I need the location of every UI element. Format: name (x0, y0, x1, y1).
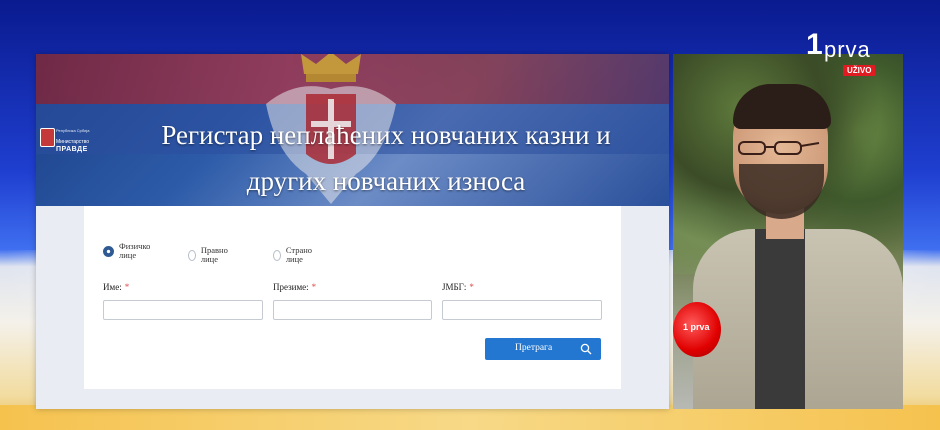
microphone-logo-text: 1 prva (683, 322, 710, 332)
page-title: Регистар неплаћених новчаних казни и дру… (116, 112, 656, 204)
radio-legal-entity[interactable]: Правно лице (188, 246, 231, 264)
site-header-banner: Република Србија Министарство ПРАВДЕ Рег… (36, 54, 669, 206)
search-button[interactable]: Претрага (485, 338, 601, 360)
logo-republic-text: Република Србија (56, 128, 90, 133)
live-badge: UŽIVO (843, 65, 876, 76)
first-name-input[interactable] (103, 300, 263, 320)
search-button-label: Претрага (515, 343, 553, 353)
last-name-label: Презиме: * (273, 282, 316, 292)
person-hair (733, 84, 831, 129)
radio-unselected-icon[interactable] (273, 249, 281, 261)
required-mark: * (311, 282, 317, 292)
interview-video-panel: 1 prva (673, 54, 903, 409)
radio-unselected-icon[interactable] (188, 249, 196, 261)
glasses-icon (738, 141, 820, 155)
radio-foreign-person[interactable]: Страно лице (273, 246, 315, 264)
jmbg-label: ЈМБГ: * (442, 282, 474, 292)
jmbg-input[interactable] (442, 300, 602, 320)
channel-logo: 1 prva UŽIVO (806, 30, 906, 78)
logo-ministry-name: ПРАВДЕ (56, 146, 88, 153)
logo-ministry-text: Министарство (56, 139, 89, 145)
website-screenshot-panel: Република Србија Министарство ПРАВДЕ Рег… (36, 54, 669, 409)
channel-number: 1 (806, 28, 823, 61)
first-name-label-text: Име: (103, 282, 122, 292)
last-name-label-text: Презиме: (273, 282, 309, 292)
ministry-logo[interactable]: Република Србија Министарство ПРАВДЕ (40, 124, 110, 164)
radio-selected-icon[interactable] (103, 245, 114, 257)
radio-natural-person[interactable]: Физичко лице (103, 242, 159, 260)
search-form-card: Физичко лице Правно лице Страно лице Име… (84, 206, 621, 389)
search-icon (580, 343, 592, 355)
required-mark: * (469, 282, 474, 292)
required-mark: * (124, 282, 130, 292)
serbia-emblem-icon (40, 128, 55, 147)
radio-label: Физичко лице (119, 241, 151, 260)
radio-label: Правно лице (200, 245, 228, 264)
radio-label: Страно лице (285, 245, 313, 264)
channel-name: prva (824, 37, 871, 62)
first-name-label: Име: * (103, 282, 129, 292)
jmbg-label-text: ЈМБГ: (442, 282, 467, 292)
person-shirt (755, 229, 805, 409)
page-title-line-2: других новчаних износа (246, 166, 526, 196)
page-title-line-1: Регистар неплаћених новчаних казни и (161, 120, 611, 150)
last-name-input[interactable] (273, 300, 432, 320)
